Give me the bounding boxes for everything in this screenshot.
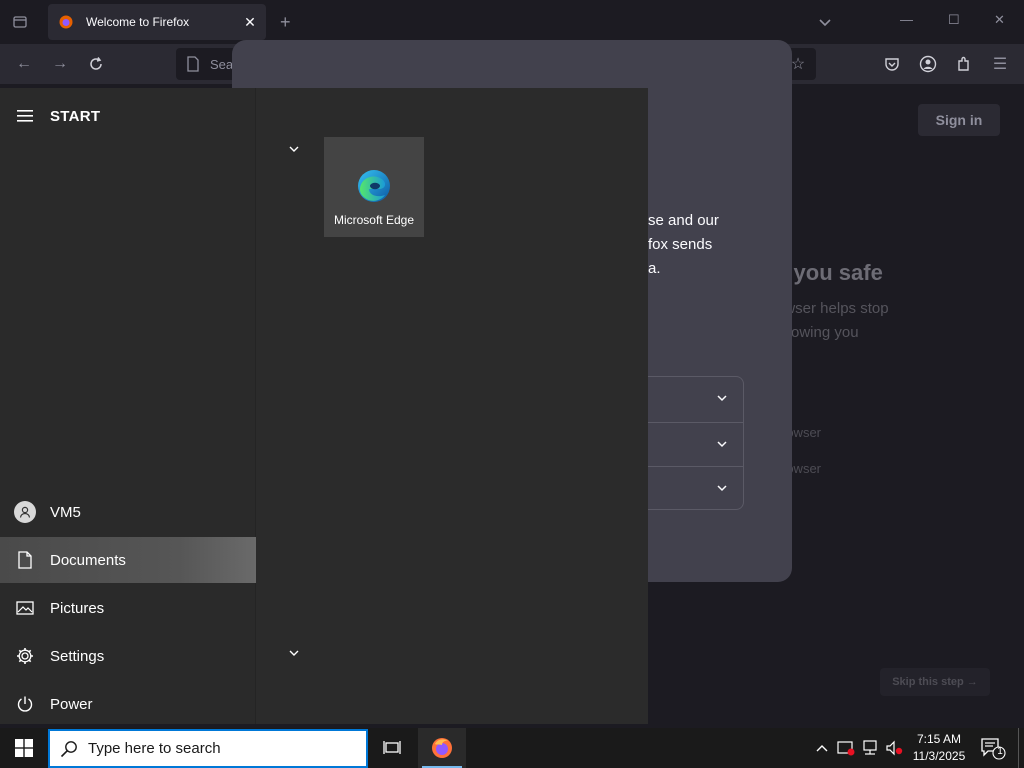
new-tab-icon[interactable]: + bbox=[280, 12, 291, 33]
start-tiles-area: Microsoft Edge bbox=[257, 88, 648, 724]
minimize-icon[interactable]: — bbox=[900, 12, 913, 27]
start-item-power[interactable]: Power bbox=[0, 681, 256, 727]
windows-logo-icon bbox=[15, 739, 33, 757]
firefox-icon bbox=[432, 738, 452, 758]
back-icon[interactable]: ← bbox=[12, 52, 36, 76]
hamburger-menu-icon[interactable] bbox=[0, 110, 50, 122]
menu-icon[interactable]: ☰ bbox=[988, 52, 1012, 76]
start-item-user[interactable]: VM5 bbox=[0, 489, 256, 535]
chevron-down-icon[interactable] bbox=[287, 646, 301, 660]
gear-icon bbox=[0, 647, 50, 665]
start-item-label: Settings bbox=[50, 647, 105, 665]
forward-icon[interactable]: → bbox=[48, 52, 72, 76]
firefox-tab-bar: Welcome to Firefox ✕ + — ☐ ✕ bbox=[0, 0, 1024, 44]
start-header[interactable]: START bbox=[0, 88, 256, 144]
pictures-icon bbox=[0, 601, 50, 615]
chevron-down-icon[interactable] bbox=[816, 13, 834, 31]
clock-date: 11/3/2025 bbox=[912, 749, 966, 763]
user-name: VM5 bbox=[50, 503, 81, 521]
chevron-down-icon bbox=[717, 485, 727, 492]
network-icon[interactable] bbox=[860, 738, 880, 758]
chevron-down-icon bbox=[717, 395, 727, 402]
start-item-label: Power bbox=[50, 695, 93, 713]
start-item-documents[interactable]: Documents bbox=[0, 537, 256, 583]
taskbar-search-box[interactable]: Type here to search bbox=[48, 729, 368, 768]
start-menu-sidebar: START VM5 Documents Pictures Settings Po… bbox=[0, 88, 256, 724]
search-icon bbox=[50, 740, 88, 758]
pocket-icon[interactable] bbox=[880, 52, 904, 76]
list-all-tabs-icon[interactable] bbox=[8, 10, 32, 34]
task-view-icon bbox=[383, 741, 401, 754]
show-desktop-button[interactable] bbox=[1018, 728, 1019, 768]
taskbar: Type here to search 7:15 AM 11/3/2025 1 bbox=[0, 728, 1024, 768]
chevron-down-icon[interactable] bbox=[287, 142, 301, 156]
edge-icon bbox=[358, 170, 390, 202]
task-view-button[interactable] bbox=[368, 728, 416, 768]
extensions-icon[interactable] bbox=[952, 52, 976, 76]
firefox-tab-icon bbox=[58, 14, 74, 30]
notification-count: 1 bbox=[997, 746, 1003, 757]
start-item-label: Documents bbox=[50, 551, 126, 569]
close-tab-icon[interactable]: ✕ bbox=[240, 12, 260, 32]
clock-time: 7:15 AM bbox=[916, 732, 962, 746]
maximize-icon[interactable]: ☐ bbox=[948, 12, 960, 28]
close-window-icon[interactable]: ✕ bbox=[994, 12, 1005, 28]
tile-microsoft-edge[interactable]: Microsoft Edge bbox=[324, 137, 424, 237]
action-center-button[interactable]: 1 bbox=[980, 736, 1006, 760]
security-tray-icon[interactable] bbox=[836, 738, 856, 758]
start-item-settings[interactable]: Settings bbox=[0, 633, 256, 679]
modal-text-line: fox sends bbox=[648, 236, 713, 253]
tile-label: Microsoft Edge bbox=[333, 213, 415, 227]
taskbar-firefox[interactable] bbox=[418, 728, 466, 768]
volume-muted-icon[interactable] bbox=[884, 738, 904, 758]
page-icon bbox=[187, 56, 199, 72]
reload-icon[interactable] bbox=[84, 52, 108, 76]
start-menu: START VM5 Documents Pictures Settings Po… bbox=[0, 88, 648, 724]
start-item-label: Pictures bbox=[50, 599, 105, 617]
taskbar-clock[interactable]: 7:15 AM 11/3/2025 bbox=[908, 731, 970, 765]
user-avatar-icon bbox=[14, 501, 36, 523]
chevron-down-icon bbox=[717, 441, 727, 448]
sign-in-button[interactable]: Sign in bbox=[918, 104, 1000, 136]
account-icon[interactable] bbox=[916, 52, 940, 76]
skip-step-button[interactable]: Skip this step → bbox=[880, 668, 990, 696]
start-title: START bbox=[50, 107, 101, 125]
chevron-up-icon[interactable] bbox=[812, 738, 832, 758]
document-icon bbox=[0, 551, 50, 569]
modal-text-line: se and our bbox=[648, 212, 719, 229]
start-item-pictures[interactable]: Pictures bbox=[0, 585, 256, 631]
windows-start-button[interactable] bbox=[0, 728, 48, 768]
modal-text-line: a. bbox=[648, 260, 661, 277]
tab-title: Welcome to Firefox bbox=[86, 15, 190, 29]
search-placeholder: Type here to search bbox=[88, 740, 221, 757]
tab-welcome-to-firefox[interactable]: Welcome to Firefox ✕ bbox=[48, 4, 266, 40]
background-text-line: owser helps stop bbox=[776, 300, 889, 317]
power-icon bbox=[0, 695, 50, 713]
